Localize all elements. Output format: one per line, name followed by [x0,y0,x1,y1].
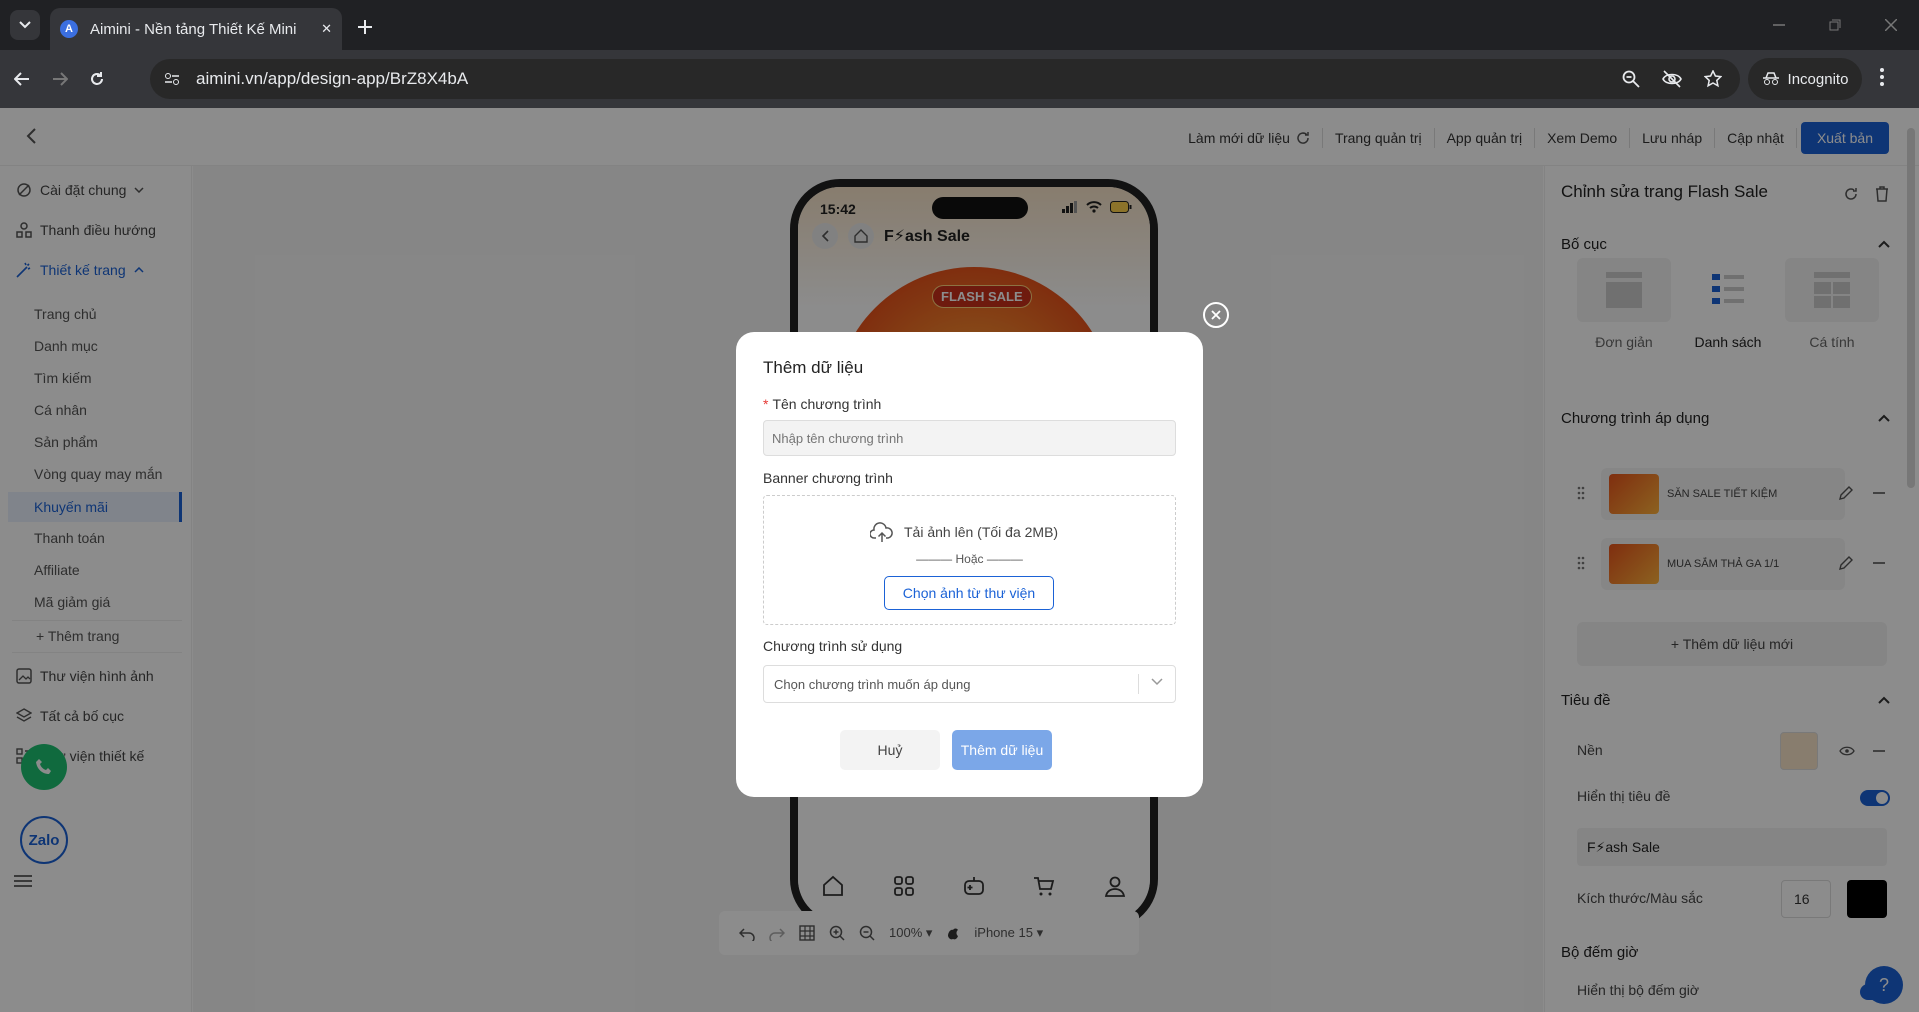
zoom-icon[interactable] [1622,70,1640,88]
eye-off-icon[interactable] [1662,70,1682,88]
incognito-icon [1762,72,1779,85]
window-controls [1751,0,1919,50]
forward-button[interactable] [48,67,72,91]
program-select-placeholder: Chọn chương trình muốn áp dụng [774,676,971,692]
modal-close-button[interactable] [1203,302,1229,328]
upload-row: Tải ảnh lên (Tối đa 2MB) [870,522,1058,542]
reload-icon [91,72,103,85]
restore-icon [1829,19,1841,31]
close-icon [1885,19,1897,31]
browser-toolbar: aimini.vn/app/design-app/BrZ8X4bA Incogn… [0,50,1919,108]
site-info-icon[interactable] [164,72,180,86]
usage-label: Chương trình sử dụng [763,638,903,654]
address-bar[interactable]: aimini.vn/app/design-app/BrZ8X4bA [150,59,1740,99]
add-data-modal: Thêm dữ liệu *Tên chương trình Banner ch… [736,332,1203,797]
program-select[interactable]: Chọn chương trình muốn áp dụng [763,665,1176,703]
plus-icon [358,20,372,34]
required-marker: * [763,396,769,412]
program-name-label-text: Tên chương trình [772,396,882,412]
add-data-button[interactable]: Thêm dữ liệu [952,730,1052,770]
banner-upload-area[interactable]: Tải ảnh lên (Tối đa 2MB) ——— Hoặc ——— Ch… [763,495,1176,625]
restore-button[interactable] [1807,0,1863,50]
close-tab-icon[interactable]: ✕ [321,21,332,37]
cancel-button[interactable]: Huỷ [840,730,940,770]
browser-tab[interactable]: A Aimini - Nền tảng Thiết Kế Mini ✕ [50,8,342,50]
more-vertical-icon [1880,68,1884,86]
banner-label: Banner chương trình [763,470,893,486]
close-icon [1211,310,1221,320]
arrow-left-icon [14,72,29,86]
chevron-down-icon [19,21,31,29]
program-name-input[interactable] [763,420,1176,456]
browser-menu-button[interactable] [1880,68,1884,86]
back-button[interactable] [10,67,34,91]
aimini-favicon-icon: A [60,20,78,38]
program-name-label: * Tên chương trình [763,396,881,412]
choose-from-library-button[interactable]: Chọn ảnh từ thư viện [884,576,1054,610]
new-tab-button[interactable] [352,14,378,40]
tab-search-button[interactable] [10,10,40,40]
minimize-button[interactable] [1751,0,1807,50]
cloud-upload-icon [870,522,893,542]
tab-title: Aimini - Nền tảng Thiết Kế Mini [90,20,297,38]
reload-button[interactable] [85,67,109,91]
incognito-badge[interactable]: Incognito [1748,58,1862,100]
url-text: aimini.vn/app/design-app/BrZ8X4bA [196,69,469,88]
arrow-right-icon [53,72,68,86]
select-separator [1138,674,1139,694]
page-scrollbar[interactable] [1907,128,1915,488]
star-icon[interactable] [1704,70,1722,88]
or-separator: ——— Hoặc ——— [916,552,1023,566]
modal-title: Thêm dữ liệu [763,358,864,377]
chevron-down-icon [1151,678,1163,686]
minimize-icon [1773,24,1785,26]
upload-text: Tải ảnh lên (Tối đa 2MB) [904,524,1059,540]
close-window-button[interactable] [1863,0,1919,50]
browser-tabbar: A Aimini - Nền tảng Thiết Kế Mini ✕ [0,0,1919,50]
incognito-label: Incognito [1787,70,1849,88]
